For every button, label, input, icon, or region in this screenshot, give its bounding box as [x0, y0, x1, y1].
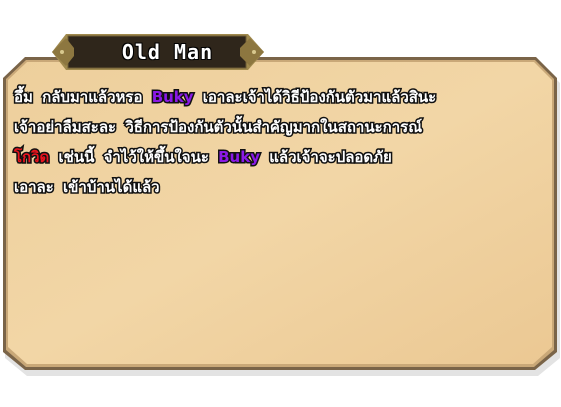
highlighted-term: Buky	[150, 87, 195, 108]
dialog-text-segment: แล้วเจ้าจะปลอดภัย	[260, 147, 394, 168]
dialog-text-segment: เจ้าอย่าลืมสะละ วิธีการป้องกันตัวนั้นสำค…	[12, 117, 423, 138]
speaker-name: Old Man	[121, 40, 214, 64]
dialog-text-segment: อึ้ม กลับมาแล้วหรอ	[13, 87, 152, 108]
dialog-line: โกวิด เช่นนี้ จำไว้ให้ขึ้นใจนะ Buky แล้ว…	[12, 142, 554, 172]
speaker-nameplate: Old Man	[70, 36, 265, 68]
highlighted-term: Buky	[217, 147, 262, 168]
dialog-text-segment: เช่นนี้ จำไว้ให้ขึ้นใจนะ	[49, 147, 219, 168]
dialog-text-segment: เอาละเจ้าได้วิธีป้องกันตัวมาแล้วสินะ	[193, 87, 437, 108]
dialog-line: เจ้าอย่าลืมสะละ วิธีการป้องกันตัวนั้นสำค…	[12, 112, 554, 142]
dialog-text-segment: เอาละ เข้าบ้านได้แล้ว	[13, 177, 162, 198]
highlighted-term: โกวิด	[12, 147, 50, 168]
dialog-line: อึ้ม กลับมาแล้วหรอ Buky เอาละเจ้าได้วิธี…	[13, 82, 554, 112]
dialog-text[interactable]: อึ้ม กลับมาแล้วหรอ Buky เอาละเจ้าได้วิธี…	[12, 82, 554, 202]
dialog-line: เอาละ เข้าบ้านได้แล้ว	[13, 172, 554, 202]
